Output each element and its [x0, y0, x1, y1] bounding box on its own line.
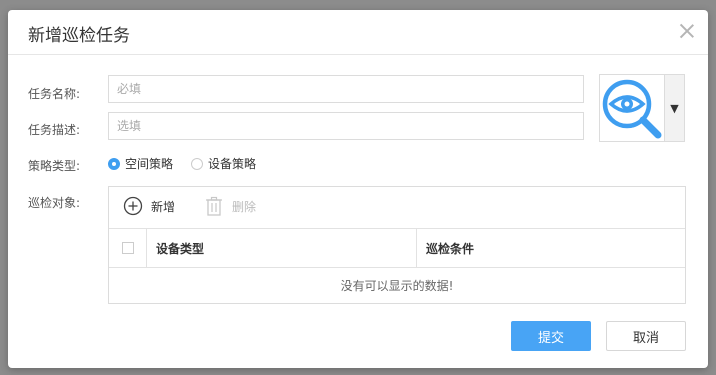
- add-button[interactable]: 新增: [123, 196, 175, 216]
- inspection-targets-grid: 新增 删除 设备类型 巡检条件 没有可以显示的数据!: [108, 186, 686, 304]
- cancel-button[interactable]: 取消: [606, 321, 686, 351]
- task-description-label: 任务描述:: [28, 123, 81, 137]
- delete-button-label: 删除: [232, 199, 257, 214]
- new-inspection-task-dialog: 新增巡检任务 任务名称: 任务描述: ▼ 策略类型: 空间策略 设备策略 巡检对…: [8, 10, 708, 368]
- dialog-header: 新增巡检任务: [8, 10, 708, 55]
- close-icon[interactable]: [678, 22, 696, 40]
- chevron-down-icon[interactable]: ▼: [664, 75, 684, 141]
- empty-table-message: 没有可以显示的数据!: [340, 279, 454, 293]
- radio-checked-icon: [108, 157, 120, 170]
- strategy-type-label: 策略类型:: [28, 159, 81, 173]
- strategy-type-radio-group: 空间策略 设备策略: [108, 155, 256, 172]
- radio-space-strategy[interactable]: 空间策略: [108, 155, 173, 172]
- radio-unchecked-icon: [191, 157, 204, 170]
- inspection-targets-label: 巡检对象:: [28, 196, 81, 210]
- submit-button[interactable]: 提交: [511, 321, 591, 351]
- radio-device-strategy[interactable]: 设备策略: [191, 155, 256, 172]
- plus-circle-icon: [123, 196, 143, 216]
- eye-search-icon: [600, 75, 664, 141]
- add-button-label: 新增: [151, 199, 176, 214]
- table-header: 设备类型 巡检条件: [109, 228, 685, 268]
- delete-button[interactable]: 删除: [204, 196, 256, 216]
- task-description-input[interactable]: [108, 112, 584, 140]
- column-device-type[interactable]: 设备类型: [147, 229, 417, 267]
- column-inspection-condition[interactable]: 巡检条件: [417, 229, 685, 267]
- grid-toolbar: 新增 删除: [109, 187, 685, 227]
- select-all-cell: [109, 229, 147, 267]
- select-all-checkbox[interactable]: [121, 242, 134, 254]
- trash-icon: [204, 196, 224, 216]
- task-name-label: 任务名称:: [28, 87, 81, 101]
- icon-select[interactable]: ▼: [599, 74, 685, 142]
- radio-space-strategy-label: 空间策略: [125, 157, 174, 171]
- task-name-input[interactable]: [108, 75, 584, 103]
- dialog-title: 新增巡检任务: [28, 26, 130, 46]
- radio-device-strategy-label: 设备策略: [208, 157, 257, 171]
